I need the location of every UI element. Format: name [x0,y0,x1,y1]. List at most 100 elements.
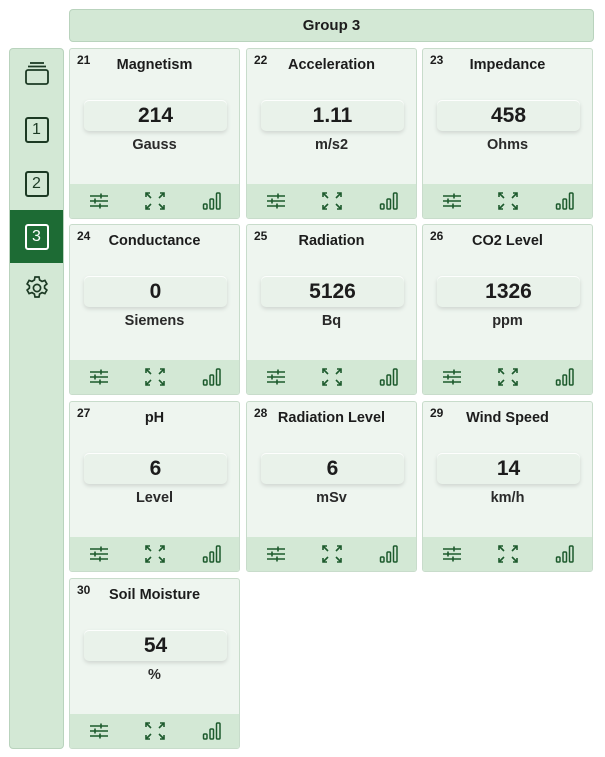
expand-button[interactable] [144,190,166,212]
tile-unit: mSv [316,490,347,506]
tile-action-bar [247,184,416,218]
gear-icon [23,274,51,307]
signal-bars-icon [202,544,222,564]
tile-action-bar [70,537,239,571]
tile-action-bar [247,537,416,571]
tile-unit: m/s2 [314,137,349,153]
tile-value: 14 [437,453,580,484]
tile-title: Impedance [469,57,546,73]
tile-unit: Gauss [132,137,177,153]
chart-button[interactable] [201,543,223,565]
tile-title: pH [144,410,165,426]
chart-button[interactable] [201,720,223,742]
sensor-tile: 26 CO2 Level 1326 ppm [422,224,593,395]
group-2-label: 2 [24,170,49,197]
group-3-label: 3 [24,223,49,250]
expand-icon [321,544,343,564]
sliders-icon [266,192,286,210]
tile-value: 458 [437,100,580,131]
settings-button[interactable] [88,366,110,388]
expand-button[interactable] [144,720,166,742]
sensor-tile: 23 Impedance 458 Ohms [422,48,593,219]
sliders-icon [266,545,286,563]
tile-value: 214 [84,100,227,131]
chart-button[interactable] [378,190,400,212]
sidebar-item-group-2[interactable]: 2 [10,157,63,210]
tile-unit: Siemens [124,313,185,329]
sliders-icon [89,722,109,740]
tile-value: 6 [261,453,404,484]
tile-action-bar [70,184,239,218]
tile-action-bar [70,360,239,394]
expand-button[interactable] [321,543,343,565]
expand-icon [497,367,519,387]
tile-title: Soil Moisture [108,587,201,603]
settings-button[interactable] [88,543,110,565]
tile-title: Magnetism [116,57,193,73]
settings-button[interactable] [441,190,463,212]
settings-button[interactable] [88,720,110,742]
sliders-icon [89,368,109,386]
expand-button[interactable] [497,190,519,212]
sidebar-item-group-1[interactable]: 1 [10,103,63,156]
signal-bars-icon [555,191,575,211]
signal-bars-icon [202,367,222,387]
settings-button[interactable] [265,366,287,388]
tile-title: CO2 Level [472,233,543,249]
settings-button[interactable] [88,190,110,212]
sensor-tile: 21 Magnetism 214 Gauss [69,48,240,219]
expand-button[interactable] [144,366,166,388]
chart-button[interactable] [554,366,576,388]
expand-icon [497,191,519,211]
settings-button[interactable] [265,190,287,212]
sidebar: 1 2 3 [9,48,64,749]
tile-action-bar [423,184,592,218]
tile-action-bar [423,537,592,571]
expand-icon [497,544,519,564]
sensor-tile: 22 Acceleration 1.11 m/s2 [246,48,417,219]
chart-button[interactable] [378,543,400,565]
sliders-icon [442,192,462,210]
settings-button[interactable] [441,543,463,565]
tile-title: Acceleration [287,57,376,73]
group-title: Group 3 [302,17,361,34]
expand-icon [321,191,343,211]
tile-value: 0 [84,276,227,307]
tile-unit: Bq [321,313,342,329]
sidebar-item-settings[interactable] [10,264,63,317]
tile-value: 54 [84,630,227,661]
sliders-icon [266,368,286,386]
chart-button[interactable] [554,543,576,565]
tile-action-bar [247,360,416,394]
tile-unit: Level [135,490,174,506]
expand-button[interactable] [321,190,343,212]
sliders-icon [89,545,109,563]
tile-value: 1.11 [261,100,404,131]
chart-button[interactable] [554,190,576,212]
sidebar-item-groups[interactable] [10,50,63,103]
signal-bars-icon [379,191,399,211]
settings-button[interactable] [441,366,463,388]
tile-title: Radiation Level [277,410,386,426]
expand-icon [144,544,166,564]
expand-button[interactable] [497,366,519,388]
expand-button[interactable] [144,543,166,565]
sensor-tile: 30 Soil Moisture 54% [69,578,240,749]
sliders-icon [89,192,109,210]
group-header: Group 3 [69,9,594,42]
chart-button[interactable] [378,366,400,388]
expand-button[interactable] [321,366,343,388]
signal-bars-icon [202,191,222,211]
settings-button[interactable] [265,543,287,565]
chart-button[interactable] [201,366,223,388]
tile-unit: km/h [490,490,525,506]
sidebar-item-group-3[interactable]: 3 [10,210,63,263]
sliders-icon [442,368,462,386]
tile-action-bar [70,714,239,748]
tile-unit: % [148,667,161,683]
sensor-tile: 27 pH 6 Level [69,401,240,572]
expand-button[interactable] [497,543,519,565]
group-1-label: 1 [24,116,49,143]
sensor-tile: 24 Conductance 0 Siemens [69,224,240,395]
chart-button[interactable] [201,190,223,212]
